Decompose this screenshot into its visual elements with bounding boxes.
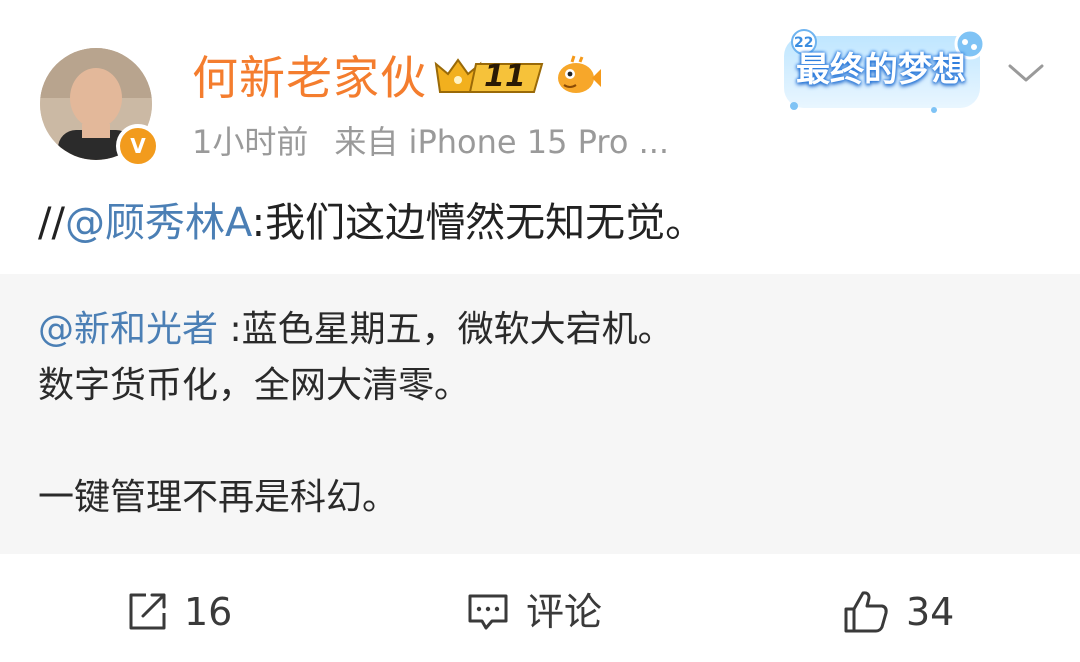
quoted-line-2: 数字货币化，全网大清零。 (38, 365, 471, 406)
like-count: 34 (906, 590, 955, 634)
repost-text: //@顾秀林A:我们这边懵然无知无觉。 (38, 196, 705, 250)
thumbs-up-icon (844, 591, 888, 633)
repost-body: :我们这边懵然无知无觉。 (251, 200, 706, 246)
quoted-post[interactable]: @新和光者 :蓝色星期五，微软大宕机。 数字货币化，全网大清零。 一键管理不再是… (0, 274, 1080, 554)
post-source[interactable]: 来自 iPhone 15 Pro ... (334, 123, 669, 161)
share-icon (129, 593, 166, 630)
post-meta: 1小时前 来自 iPhone 15 Pro ... (192, 120, 669, 164)
quoted-line-1-text: :蓝色星期五，微软大宕机。 (218, 309, 674, 350)
quoted-mention-link[interactable]: @新和光者 (38, 309, 218, 350)
comment-icon (468, 594, 508, 630)
quoted-line-1: @新和光者 :蓝色星期五，微软大宕机。 (38, 306, 674, 354)
post-time: 1小时前 (192, 123, 309, 161)
vip-level: 11 (484, 59, 526, 94)
pufferfish-icon[interactable] (554, 52, 602, 100)
weibo-post: V 何新老家伙 11 1小时前来自 iPhone 15 Pro ... 22 (0, 0, 1080, 662)
repost-prefix: // (38, 200, 65, 246)
quoted-line-3: 一键管理不再是科幻。 (38, 477, 399, 518)
share-count: 16 (184, 590, 233, 634)
verified-badge-icon: V (116, 124, 160, 168)
share-button[interactable]: 16 (126, 584, 232, 640)
like-button[interactable]: 34 (842, 584, 954, 640)
skin-card-label: 最终的梦想 (796, 50, 966, 90)
repost-mention-link[interactable]: @顾秀林A (65, 200, 252, 246)
chevron-down-icon[interactable] (1004, 58, 1048, 88)
username[interactable]: 何新老家伙 (192, 48, 427, 108)
comment-button[interactable]: 评论 (466, 584, 602, 640)
comment-label: 评论 (526, 590, 603, 634)
